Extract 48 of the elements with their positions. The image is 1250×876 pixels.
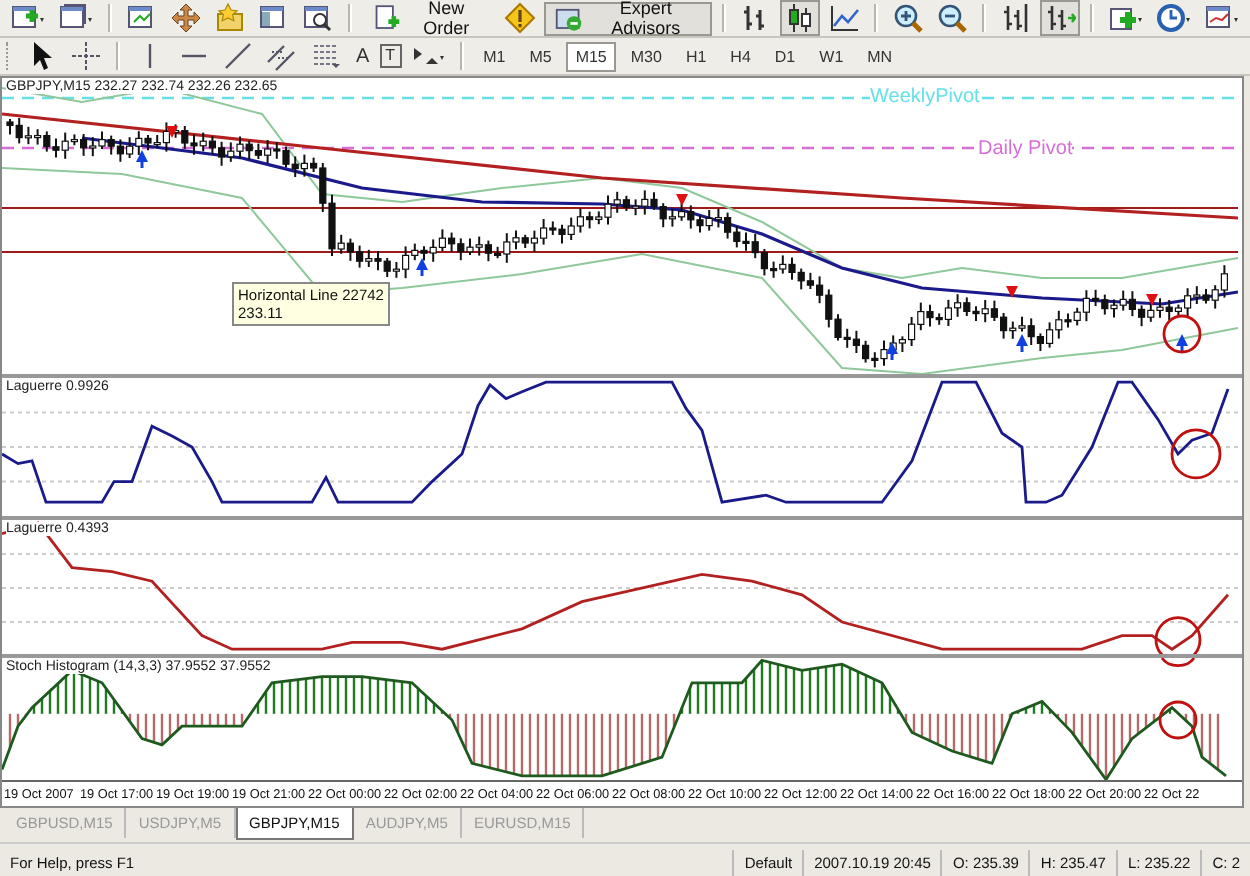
panel-window-icon[interactable]: [257, 2, 290, 34]
highlight-circle: [1162, 314, 1202, 354]
timeframe-button[interactable]: W1: [809, 41, 854, 71]
up-arrow-icon: [886, 342, 898, 360]
down-arrow-icon: [676, 194, 688, 206]
pivot-label: Daily Pivot: [978, 138, 1073, 160]
zoom-in-icon[interactable]: [892, 2, 925, 34]
down-arrow-icon: [166, 126, 178, 138]
timeframe-button[interactable]: M30: [620, 41, 672, 71]
text-tool[interactable]: A: [350, 45, 376, 67]
down-arrow-icon: [1006, 286, 1018, 298]
pivot-label: WeeklyPivot: [870, 86, 980, 108]
four-arrows-icon[interactable]: [169, 2, 202, 34]
up-arrow-icon: [416, 258, 428, 276]
star-folder-icon[interactable]: [213, 2, 246, 34]
new-order-button[interactable]: New Order: [361, 1, 496, 35]
template-window-icon[interactable]: [1203, 2, 1240, 34]
timeframe-button[interactable]: D1: [764, 41, 806, 71]
timeframe-button[interactable]: H1: [675, 41, 717, 71]
zoom-out-icon[interactable]: [936, 2, 969, 34]
up-arrow-icon: [136, 150, 148, 168]
timeframe-button[interactable]: M1: [473, 41, 516, 71]
fibonacci-icon[interactable]: [310, 40, 342, 72]
timeframe-button[interactable]: MN: [857, 41, 903, 71]
new-chart-icon[interactable]: [10, 2, 46, 34]
trendline-icon[interactable]: [222, 40, 254, 72]
candlestick-icon[interactable]: [784, 2, 817, 34]
line-chart-icon[interactable]: [828, 2, 861, 34]
document-plus-icon: [371, 2, 401, 34]
down-arrow-icon: [1146, 294, 1158, 306]
highlight-circle: [1170, 429, 1222, 480]
up-arrow-icon: [1016, 334, 1028, 352]
up-arrow-icon: [1176, 334, 1188, 352]
magnifier-window-icon[interactable]: [301, 2, 334, 34]
timeframe-button[interactable]: M15: [565, 41, 617, 71]
clock-icon[interactable]: [1155, 2, 1192, 34]
expert-advisors-button[interactable]: Expert Advisors: [543, 1, 713, 35]
window-stack-icon[interactable]: [58, 2, 94, 34]
highlight-circle: [1158, 700, 1198, 740]
indicator-plus-icon[interactable]: [1107, 2, 1144, 34]
timeframe-button[interactable]: M5: [519, 41, 562, 71]
crosshair-icon[interactable]: [70, 40, 102, 72]
warning-diamond-icon[interactable]: [503, 2, 536, 34]
label-tool[interactable]: T: [379, 44, 402, 68]
chart-shift-icon[interactable]: [1000, 2, 1033, 34]
timeframe-button[interactable]: H4: [720, 41, 761, 71]
auto-scroll-icon[interactable]: [1044, 2, 1077, 34]
chart-window-icon[interactable]: [125, 2, 158, 34]
